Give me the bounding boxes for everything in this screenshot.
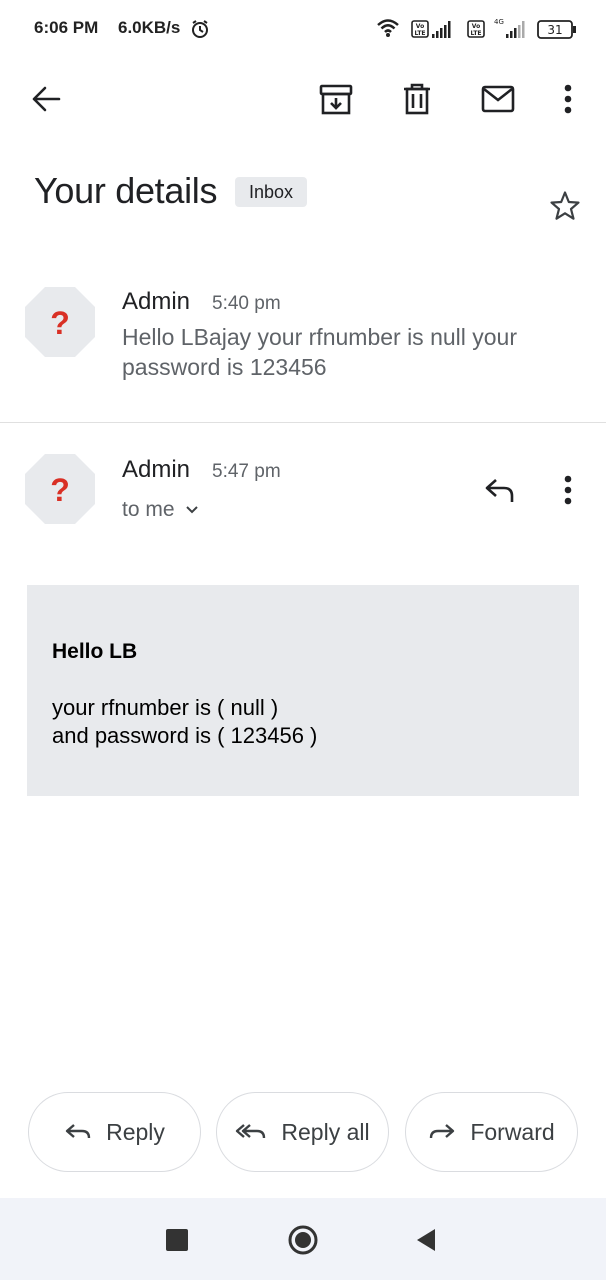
message-sender[interactable]: Admin: [122, 288, 190, 316]
unknown-sender-icon: ?: [25, 287, 95, 357]
wifi-icon: [377, 19, 399, 37]
svg-text:LTE: LTE: [414, 30, 425, 37]
mail-icon: [481, 85, 515, 113]
message-more-button[interactable]: [546, 466, 590, 514]
forward-icon: [430, 1124, 455, 1139]
more-vert-icon: [564, 84, 572, 114]
status-network-speed: 6.0KB/s: [118, 18, 181, 37]
message-sender-2[interactable]: Admin: [122, 456, 190, 484]
inbox-label-chip[interactable]: Inbox: [235, 177, 308, 207]
star-icon: [550, 191, 580, 220]
back-arrow-icon: [32, 86, 61, 112]
battery-icon: 31: [537, 20, 576, 39]
body-line-password: and password is ( 123456 ): [52, 723, 318, 748]
message-divider: [0, 422, 606, 423]
svg-text:31: 31: [547, 23, 562, 37]
email-body: [27, 585, 579, 796]
back-button[interactable]: [20, 74, 72, 124]
reply-all-icon: [236, 1124, 266, 1139]
status-icons: Vo LTE Vo LTE 4G 31: [377, 18, 576, 39]
reply-all-label: Reply all: [281, 1118, 370, 1145]
delete-button[interactable]: [391, 74, 443, 124]
archive-button[interactable]: [310, 74, 362, 124]
volte-icon-2: Vo LTE: [467, 20, 485, 38]
more-vert-icon: [564, 475, 572, 505]
sender-avatar-2[interactable]: ?: [25, 454, 95, 524]
recents-button[interactable]: [166, 1229, 188, 1251]
body-greeting: Hello LB: [52, 640, 138, 663]
recipient-details-toggle[interactable]: to me: [122, 498, 199, 522]
reply-all-button[interactable]: Reply all: [216, 1092, 389, 1172]
reply-icon: [485, 479, 514, 502]
more-options-button[interactable]: [546, 74, 590, 124]
signal-icon-2: [506, 21, 525, 38]
message-snippet[interactable]: Hello LBajay your rfnumber is null your …: [122, 322, 562, 382]
reply-label: Reply: [106, 1118, 165, 1145]
svg-text:?: ?: [50, 472, 70, 508]
reply-icon-button[interactable]: [474, 466, 526, 514]
delete-icon: [404, 83, 430, 115]
signal-icon: [432, 21, 451, 38]
reply-icon: [65, 1124, 91, 1139]
sender-avatar[interactable]: ?: [25, 287, 95, 357]
alarm-icon: [192, 20, 208, 38]
star-button[interactable]: [543, 186, 587, 226]
thread-subject: Your details: [34, 170, 218, 211]
forward-button[interactable]: Forward: [405, 1092, 578, 1172]
message-time: 5:40 pm: [212, 293, 281, 314]
forward-label: Forward: [470, 1118, 555, 1145]
svg-text:LTE: LTE: [470, 30, 481, 37]
svg-text:?: ?: [50, 305, 70, 341]
nav-back-button[interactable]: [415, 1227, 437, 1253]
unknown-sender-icon: ?: [25, 454, 95, 524]
home-button[interactable]: [287, 1224, 319, 1256]
status-time: 6:06 PM: [34, 18, 99, 37]
volte-icon: Vo LTE: [411, 20, 429, 38]
body-line-rfnumber: your rfnumber is ( null ): [52, 695, 279, 720]
chevron-down-icon: [185, 506, 198, 514]
svg-text:Vo: Vo: [472, 23, 480, 30]
recipient-label: to me: [122, 498, 175, 521]
message-time-2: 5:47 pm: [212, 461, 281, 482]
reply-button[interactable]: Reply: [28, 1092, 201, 1172]
svg-text:Vo: Vo: [416, 23, 424, 30]
svg-text:4G: 4G: [494, 18, 504, 26]
archive-icon: [319, 84, 353, 115]
mark-unread-button[interactable]: [472, 74, 524, 124]
